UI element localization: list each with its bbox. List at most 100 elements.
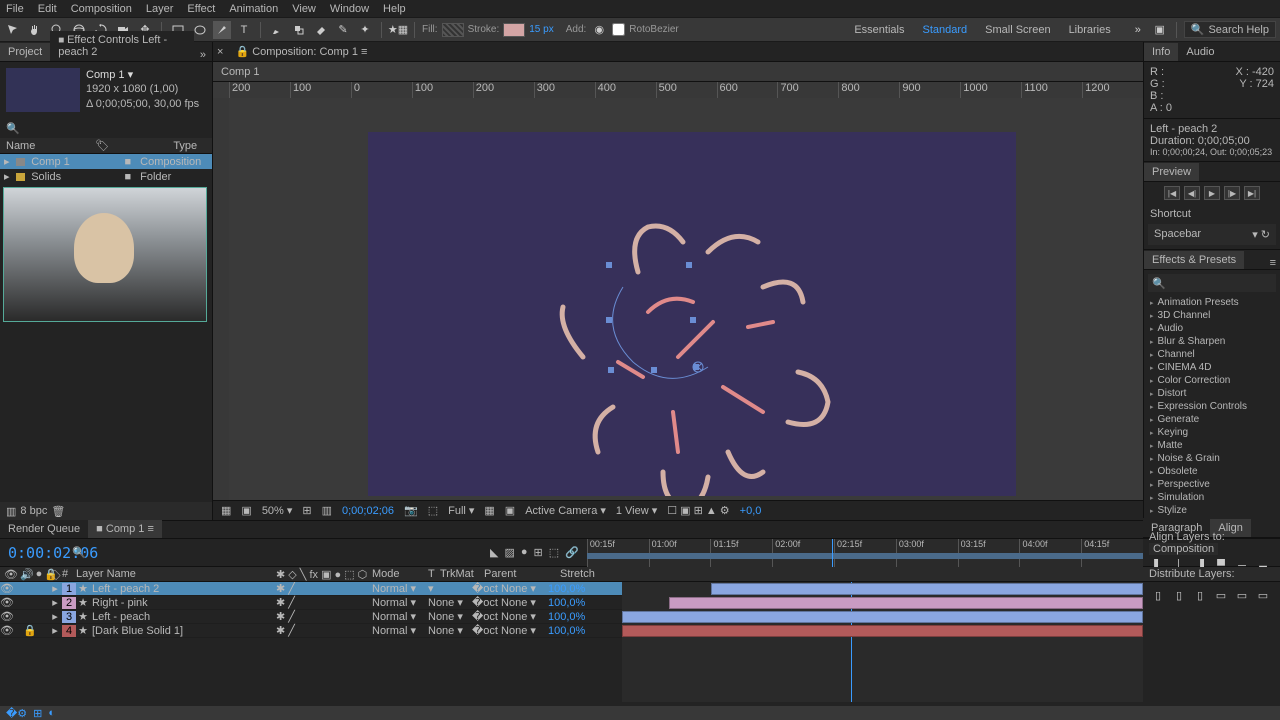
workspace-small-screen[interactable]: Small Screen (985, 24, 1050, 36)
add-vertex-icon[interactable]: ◉ (590, 21, 608, 39)
effect-category[interactable]: Expression Controls (1144, 400, 1280, 413)
selection-tool-icon[interactable] (4, 21, 22, 39)
effect-category[interactable]: Channel (1144, 348, 1280, 361)
stroke-swatch[interactable] (503, 23, 525, 37)
menu-help[interactable]: Help (383, 3, 406, 15)
align-to-dropdown[interactable]: Composition (1149, 543, 1218, 555)
toggle-modes-icon[interactable]: ⊞ (33, 707, 42, 720)
prev-frame-icon[interactable]: ◀| (1184, 186, 1200, 200)
project-search[interactable]: 🔍 (0, 118, 212, 138)
tab-preview[interactable]: Preview (1144, 163, 1199, 181)
effect-category[interactable]: Stylize (1144, 504, 1280, 517)
bpc-button[interactable]: 8 bpc (20, 505, 47, 517)
effect-category[interactable]: Generate (1144, 413, 1280, 426)
tl-motion-blur-icon[interactable]: ● (521, 546, 528, 559)
alpha-icon[interactable]: ▦ (221, 504, 231, 517)
roto-tool-icon[interactable]: ✎ (334, 21, 352, 39)
3d-view-icon[interactable]: ▣ (505, 504, 515, 517)
tab-project[interactable]: Project (0, 43, 50, 61)
timecode-display[interactable]: 0:00:02:06 (0, 544, 72, 562)
tab-info[interactable]: Info (1144, 43, 1178, 61)
effect-category[interactable]: Audio (1144, 322, 1280, 335)
project-item[interactable]: ▸Solids■Folder (0, 169, 212, 184)
tab-composition-panel[interactable]: 🔒 Composition: Comp 1 ≡ (227, 42, 375, 61)
channel-icon[interactable]: ▣ (241, 504, 251, 517)
tl-draft3d-icon[interactable]: ⬚ (549, 546, 559, 559)
eraser-tool-icon[interactable] (312, 21, 330, 39)
layer-row[interactable]: 👁▸3★Left - peach✱ ╱Normal ▾None ▾�oct No… (0, 610, 622, 624)
col-name[interactable]: Name (6, 140, 35, 152)
workspace-libraries[interactable]: Libraries (1069, 24, 1111, 36)
views-dropdown[interactable]: 1 View ▾ (616, 504, 657, 517)
tab-render-queue[interactable]: Render Queue (0, 520, 88, 538)
tab-effect-controls[interactable]: ■ Effect Controls Left - peach 2 (50, 31, 194, 61)
effect-category[interactable]: Simulation (1144, 491, 1280, 504)
menu-window[interactable]: Window (330, 3, 369, 15)
shortcut-dropdown[interactable]: Spacebar (1154, 228, 1201, 241)
menu-composition[interactable]: Composition (71, 3, 132, 15)
effect-category[interactable]: Perspective (1144, 478, 1280, 491)
menu-view[interactable]: View (292, 3, 316, 15)
effect-category[interactable]: Noise & Grain (1144, 452, 1280, 465)
res-dropdown[interactable]: Full ▾ (448, 504, 474, 517)
effect-category[interactable]: 3D Channel (1144, 309, 1280, 322)
composition-canvas[interactable] (368, 132, 1016, 496)
tab-audio[interactable]: Audio (1178, 43, 1222, 61)
workspace-overflow-icon[interactable]: » (1129, 21, 1147, 39)
clone-tool-icon[interactable] (290, 21, 308, 39)
layer-row[interactable]: 👁🔒▸4★[Dark Blue Solid 1]✱ ╱Normal ▾None … (0, 624, 622, 638)
effect-category[interactable]: Keying (1144, 426, 1280, 439)
next-frame-icon[interactable]: |▶ (1224, 186, 1240, 200)
workspace-reset-icon[interactable]: ▣ (1151, 21, 1169, 39)
interp-icon[interactable]: ▥ (6, 505, 16, 518)
hand-tool-icon[interactable] (26, 21, 44, 39)
menu-file[interactable]: File (6, 3, 24, 15)
effect-category[interactable]: Animation Presets (1144, 296, 1280, 309)
first-frame-icon[interactable]: |◀ (1164, 186, 1180, 200)
layer-row[interactable]: 👁▸2★Right - pink✱ ╱Normal ▾None ▾�oct No… (0, 596, 622, 610)
tl-shy-icon[interactable]: ◣ (490, 546, 498, 559)
search-help[interactable]: 🔍 Search Help (1184, 21, 1276, 38)
camera-dropdown[interactable]: Active Camera ▾ (525, 504, 606, 517)
tl-graph-icon[interactable]: ⊞ (534, 546, 543, 559)
effect-category[interactable]: Distort (1144, 387, 1280, 400)
effect-category[interactable]: Color Correction (1144, 374, 1280, 387)
dist-h-icon[interactable]: ▯ (1149, 586, 1167, 604)
stroke-width[interactable]: 15 px (529, 24, 553, 35)
puppet-tool-icon[interactable]: ✦ (356, 21, 374, 39)
brush-tool-icon[interactable] (268, 21, 286, 39)
workspace-standard[interactable]: Standard (922, 24, 967, 36)
transparency-icon[interactable]: ▦ (484, 504, 494, 517)
exposure[interactable]: +0,0 (740, 505, 762, 517)
fill-swatch[interactable] (442, 23, 464, 37)
roi-icon[interactable]: ⬚ (428, 504, 438, 517)
menu-edit[interactable]: Edit (38, 3, 57, 15)
composition-viewer[interactable]: 2001000100200300400500600700800900100011… (213, 82, 1143, 500)
menu-effect[interactable]: Effect (187, 3, 215, 15)
zoom-dropdown[interactable]: 50% ▾ (262, 504, 293, 517)
tab-comp-1[interactable]: Comp 1 (213, 63, 268, 81)
timeline-ruler[interactable]: 00:15f01:00f01:15f02:00f02:15f03:00f03:1… (587, 539, 1143, 567)
tl-frame-blend-icon[interactable]: ▨ (504, 546, 514, 559)
effect-category[interactable]: Blur & Sharpen (1144, 335, 1280, 348)
toggle-in-out-icon[interactable]: ◐ (48, 707, 55, 719)
menu-layer[interactable]: Layer (146, 3, 174, 15)
pen-tool-icon[interactable] (213, 21, 231, 39)
res-auto-icon[interactable]: ⊞ (302, 504, 311, 517)
effect-category[interactable]: Matte (1144, 439, 1280, 452)
trash-icon[interactable]: 🗑 (51, 505, 65, 518)
tab-timeline-comp[interactable]: ■ Comp 1 ≡ (88, 520, 162, 538)
playhead[interactable] (832, 539, 833, 567)
snapshot-icon[interactable]: 📷 (404, 504, 418, 517)
rotobezier-checkbox[interactable] (612, 23, 625, 36)
grid-icon[interactable]: ▥ (322, 504, 332, 517)
effects-search[interactable]: 🔍 (1148, 274, 1276, 292)
layer-row[interactable]: 👁▸1★Left - peach 2✱ ╱Normal ▾ ▾�oct None… (0, 582, 622, 596)
type-tool-icon[interactable]: T (235, 21, 253, 39)
tab-effects-presets[interactable]: Effects & Presets (1144, 251, 1244, 269)
timeline-search[interactable]: 🔍 (72, 546, 482, 559)
workspace-essentials[interactable]: Essentials (854, 24, 904, 36)
col-type[interactable]: Type (173, 140, 197, 152)
menu-animation[interactable]: Animation (229, 3, 278, 15)
effect-category[interactable]: CINEMA 4D (1144, 361, 1280, 374)
